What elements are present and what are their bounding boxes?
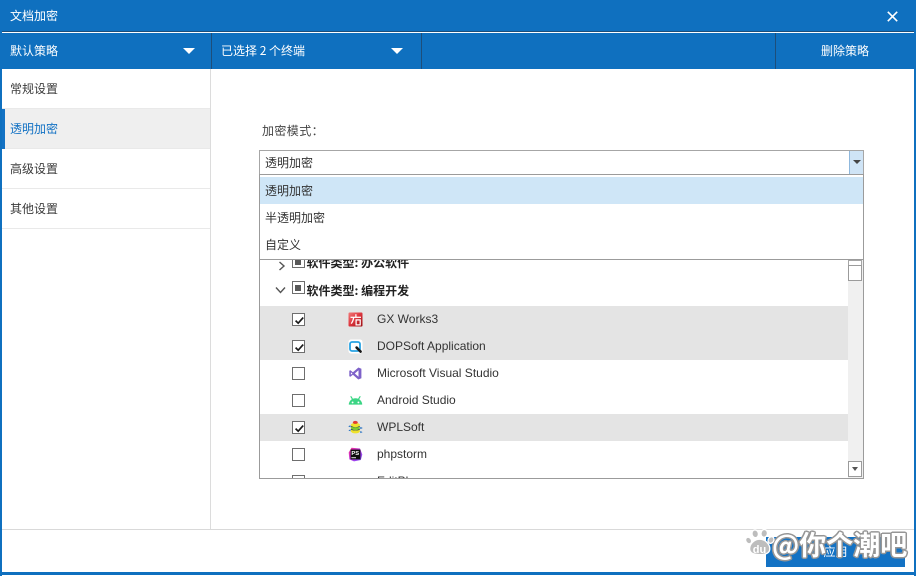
svg-text:du: du <box>753 544 766 556</box>
svg-text:PS: PS <box>351 451 359 457</box>
